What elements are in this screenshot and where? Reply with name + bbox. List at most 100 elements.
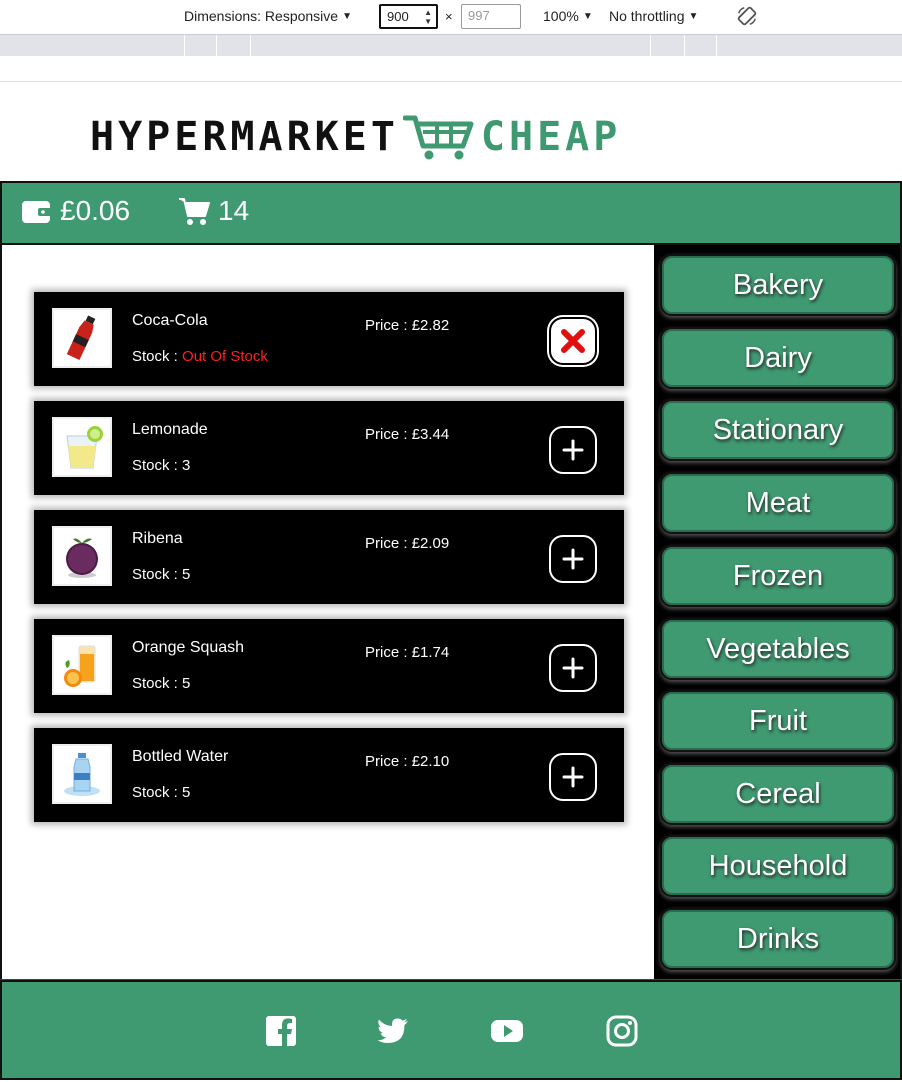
product-card: Coca-Cola Stock : Out Of Stock Price : £…: [34, 292, 624, 386]
stock-value: 5: [182, 784, 191, 801]
zoom-dropdown[interactable]: 100% ▼: [543, 8, 593, 24]
add-to-cart-button[interactable]: [549, 426, 597, 474]
header: HYPERMARKET CHEAP: [0, 82, 902, 181]
category-sidebar: Bakery Dairy Stationary Meat Frozen Vege…: [654, 245, 900, 979]
orange-juice-icon: [64, 645, 96, 687]
wallet-icon: [22, 201, 52, 223]
category-stationary-button[interactable]: Stationary: [660, 399, 896, 461]
stock-label: Stock :: [132, 566, 178, 583]
category-frozen-button[interactable]: Frozen: [660, 545, 896, 607]
ruler-tick: [650, 35, 651, 57]
ruler-tick: [216, 35, 217, 57]
product-name: Bottled Water: [132, 748, 229, 765]
product-image: [52, 417, 112, 477]
ruler: [0, 34, 902, 57]
add-to-cart-button[interactable]: [549, 535, 597, 583]
devtools-toolbar: Dimensions: Responsive ▼ 900 ▲ ▼ × 997 10…: [0, 0, 902, 82]
product-name: Orange Squash: [132, 639, 245, 656]
product-list: Coca-Cola Stock : Out Of Stock Price : £…: [2, 245, 654, 979]
category-fruit-button[interactable]: Fruit: [660, 690, 896, 752]
product-stock: Stock : 5: [132, 566, 190, 583]
price-label: Price :: [365, 426, 408, 443]
logo[interactable]: HYPERMARKET CHEAP: [90, 112, 621, 162]
zoom-label: 100%: [543, 8, 579, 24]
category-bakery-button[interactable]: Bakery: [660, 254, 896, 316]
product-name: Ribena: [132, 530, 183, 547]
product-image: [52, 744, 112, 804]
cola-bottle-icon: [66, 315, 96, 360]
logo-text-hypermarket: HYPERMARKET: [90, 114, 399, 160]
category-drinks-button[interactable]: Drinks: [660, 908, 896, 970]
instagram-icon[interactable]: [605, 1014, 639, 1048]
dimensions-label: Dimensions: Responsive: [184, 8, 339, 24]
ruler-tick: [250, 35, 251, 57]
stock-value: 5: [182, 675, 191, 692]
price-label: Price :: [365, 317, 408, 334]
category-cereal-button[interactable]: Cereal: [660, 763, 896, 825]
facebook-icon[interactable]: [264, 1014, 298, 1048]
product-card: Bottled Water Stock : 5 Price : £2.10: [34, 728, 624, 822]
product-image: [52, 526, 112, 586]
category-meat-button[interactable]: Meat: [660, 472, 896, 534]
ruler-tick: [684, 35, 685, 57]
product-price: Price : £1.74: [365, 644, 449, 661]
product-stock: Stock : Out Of Stock: [132, 348, 268, 365]
category-household-button[interactable]: Household: [660, 835, 896, 897]
product-stock: Stock : 5: [132, 784, 190, 801]
price-value: £2.09: [411, 535, 450, 552]
width-input[interactable]: 900 ▲ ▼: [379, 4, 438, 29]
price-value: £2.82: [411, 317, 450, 334]
plus-icon: [562, 657, 584, 679]
stock-label: Stock :: [132, 348, 178, 365]
throttling-label: No throttling: [609, 8, 685, 24]
stock-value: 5: [182, 566, 191, 583]
unavailable-button[interactable]: [549, 317, 597, 365]
rotate-icon[interactable]: [736, 5, 758, 27]
logo-text-cheap: CHEAP: [480, 114, 622, 160]
product-price: Price : £3.44: [365, 426, 449, 443]
add-to-cart-button[interactable]: [549, 753, 597, 801]
product-image: [52, 635, 112, 695]
caret-down-icon: ▼: [688, 10, 699, 22]
price-label: Price :: [365, 753, 408, 770]
plus-icon: [562, 766, 584, 788]
twitter-icon[interactable]: [376, 1014, 410, 1048]
spinner-icon[interactable]: ▲ ▼: [424, 8, 432, 26]
caret-down-icon: ▼: [582, 10, 593, 22]
stock-value: Out Of Stock: [182, 348, 268, 365]
product-card: Ribena Stock : 5 Price : £2.09: [34, 510, 624, 604]
product-name: Coca-Cola: [132, 312, 208, 329]
product-price: Price : £2.10: [365, 753, 449, 770]
category-dairy-button[interactable]: Dairy: [660, 327, 896, 389]
add-to-cart-button[interactable]: [549, 644, 597, 692]
ruler-gap: [0, 56, 902, 82]
product-stock: Stock : 3: [132, 457, 190, 474]
page: HYPERMARKET CHEAP £0.06 14 Coca-Cola Sto…: [0, 82, 902, 1082]
price-value: £2.10: [411, 753, 450, 770]
price-label: Price :: [365, 535, 408, 552]
stock-label: Stock :: [132, 457, 178, 474]
plus-icon: [562, 548, 584, 570]
cart-summary[interactable]: 14: [178, 195, 249, 227]
price-value: £1.74: [411, 644, 450, 661]
height-input[interactable]: 997: [461, 4, 521, 29]
stock-label: Stock :: [132, 784, 178, 801]
width-value: 900: [387, 9, 409, 24]
price-value: £3.44: [411, 426, 450, 443]
lemonade-glass-icon: [66, 426, 103, 469]
wallet-balance[interactable]: £0.06: [20, 195, 130, 227]
ruler-tick: [716, 35, 717, 57]
shopping-cart-icon: [402, 115, 474, 160]
product-image: [52, 308, 112, 368]
water-bottle-icon: [64, 753, 100, 796]
throttling-dropdown[interactable]: No throttling ▼: [609, 8, 698, 24]
product-stock: Stock : 5: [132, 675, 190, 692]
times-sign: ×: [445, 9, 453, 24]
caret-down-icon: ▼: [342, 10, 352, 22]
product-card: Lemonade Stock : 3 Price : £3.44: [34, 401, 624, 495]
category-vegetables-button[interactable]: Vegetables: [660, 618, 896, 680]
price-label: Price :: [365, 644, 408, 661]
main-content: Coca-Cola Stock : Out Of Stock Price : £…: [0, 245, 902, 979]
youtube-icon[interactable]: [490, 1014, 524, 1048]
dimensions-dropdown[interactable]: Dimensions: Responsive ▼: [184, 8, 352, 24]
